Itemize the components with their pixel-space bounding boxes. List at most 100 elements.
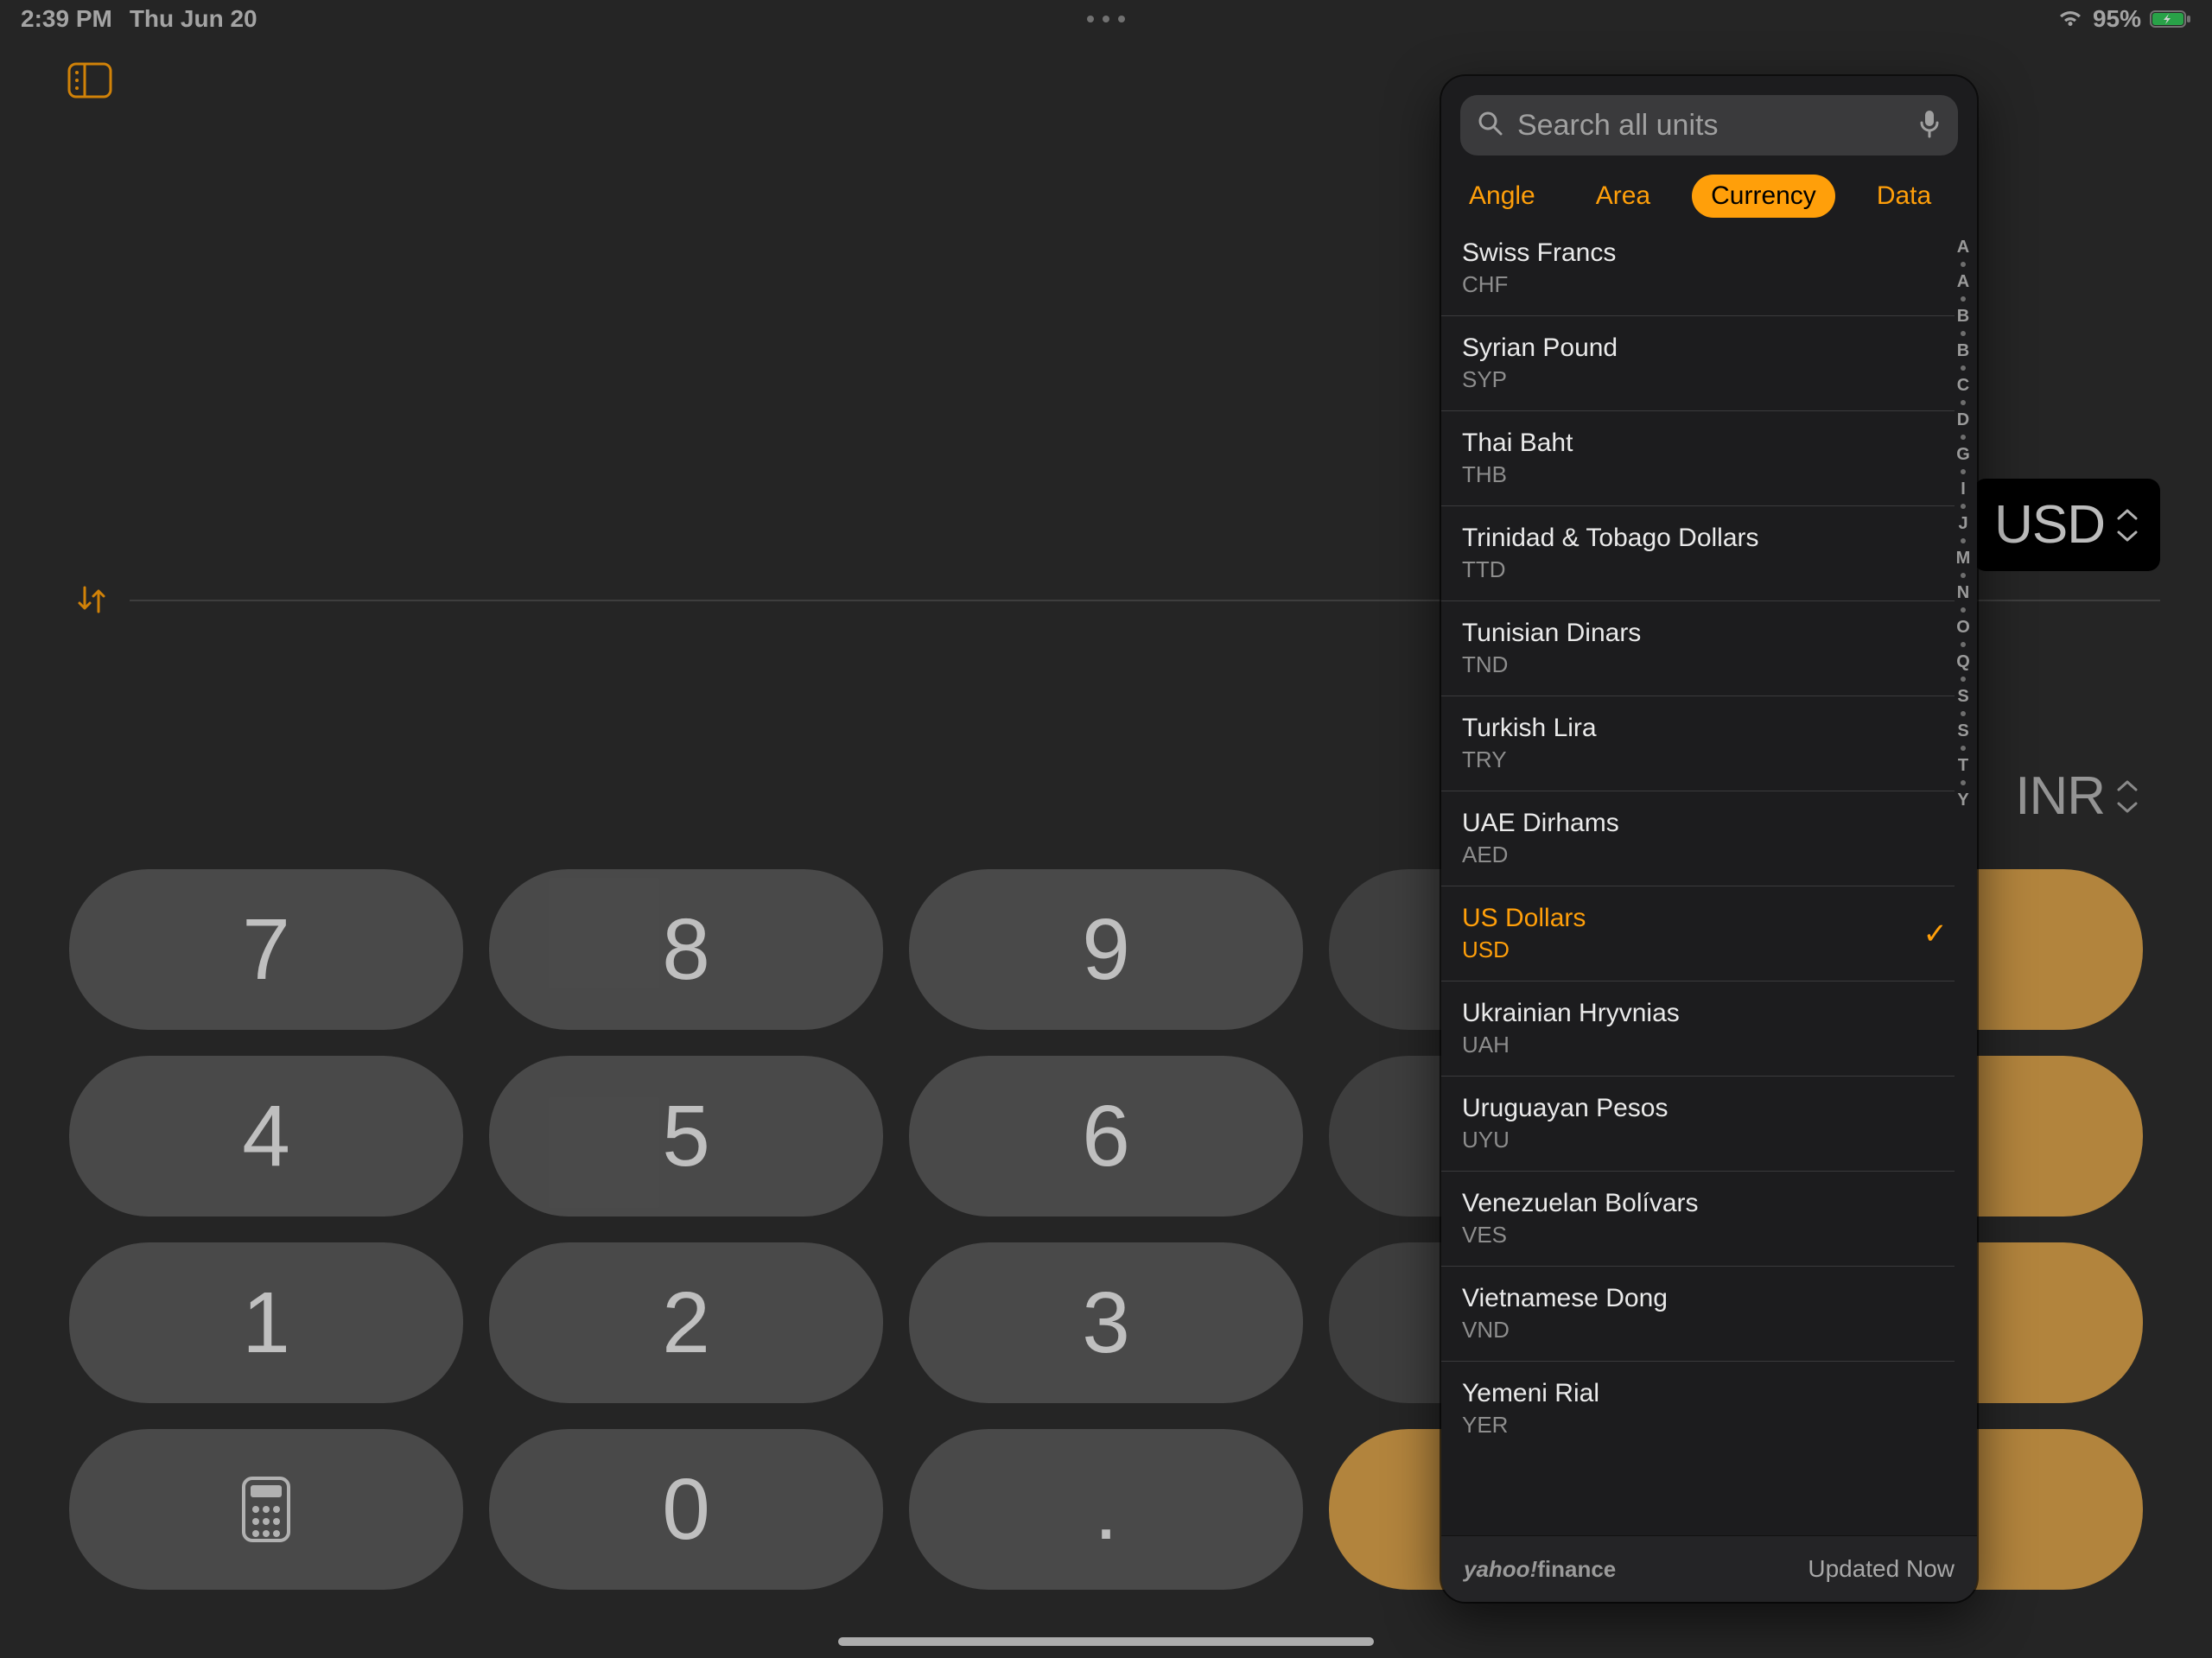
multitask-dots[interactable] (1087, 16, 1125, 22)
key-2[interactable]: 2 (489, 1242, 883, 1403)
currency-row-syp[interactable]: Syrian Pound SYP (1441, 315, 1955, 410)
search-icon (1478, 111, 1503, 141)
key-calculator-mode[interactable] (69, 1429, 463, 1590)
tab-angle[interactable]: Angle (1450, 175, 1554, 218)
tab-area[interactable]: Area (1577, 175, 1669, 218)
currency-name: Tunisian Dinars (1462, 619, 1641, 648)
index-rail[interactable]: AABBCDGIJMNOQSSTY (1953, 233, 1974, 1535)
currency-code: THB (1462, 461, 1573, 488)
index-letter[interactable]: B (1957, 308, 1969, 325)
category-tabs: Angle Area Currency Data Energy (1441, 156, 1977, 233)
dot-icon (1118, 16, 1125, 22)
dot-icon (1087, 16, 1094, 22)
index-dot (1961, 642, 1966, 647)
currency-code: UYU (1462, 1127, 1668, 1153)
index-letter[interactable]: C (1957, 377, 1969, 394)
currency-row-uyu[interactable]: Uruguayan Pesos UYU (1441, 1076, 1955, 1171)
currency-row-ttd[interactable]: Trinidad & Tobago DollarsTTD (1441, 505, 1955, 600)
home-indicator[interactable] (838, 1637, 1374, 1646)
microphone-icon[interactable] (1918, 109, 1941, 143)
swap-units-button[interactable] (73, 581, 111, 619)
checkmark-icon: ✓ (1923, 917, 1955, 951)
currency-row-thb[interactable]: Thai Baht THB (1441, 410, 1955, 505)
currency-code: VES (1462, 1222, 1699, 1248)
currency-row-usd[interactable]: US DollarsUSD✓ (1441, 886, 1955, 981)
search-field[interactable] (1460, 95, 1958, 156)
index-letter[interactable]: Y (1957, 791, 1968, 809)
index-letter[interactable]: B (1957, 342, 1969, 359)
currency-name: Yemeni Rial (1462, 1379, 1599, 1408)
currency-row-aed[interactable]: UAE Dirhams AED (1441, 791, 1955, 886)
index-letter[interactable]: J (1958, 515, 1967, 532)
currency-name: Thai Baht (1462, 429, 1573, 458)
key-4[interactable]: 4 (69, 1056, 463, 1217)
primary-unit-selector[interactable]: USD (1974, 479, 2160, 571)
index-letter[interactable]: S (1957, 722, 1968, 740)
index-dot (1961, 296, 1966, 302)
index-dot (1961, 677, 1966, 682)
popover-footer: yahoo!finance Updated Now (1441, 1535, 1977, 1602)
index-dot (1961, 469, 1966, 474)
index-dot (1961, 780, 1966, 785)
currency-row-chf[interactable]: Swiss FrancsCHF (1441, 233, 1955, 315)
key-8[interactable]: 8 (489, 869, 883, 1030)
secondary-unit-label: INR (2015, 765, 2105, 827)
up-down-chevron-icon (2115, 778, 2139, 816)
index-letter[interactable]: Q (1956, 653, 1970, 670)
index-dot (1961, 607, 1966, 613)
index-dot (1961, 400, 1966, 405)
sidebar-toggle-button[interactable] (67, 62, 112, 98)
key-1[interactable]: 1 (69, 1242, 463, 1403)
battery-percent: 95% (2093, 5, 2141, 33)
index-letter[interactable]: A (1957, 273, 1969, 290)
currency-code: TND (1462, 651, 1641, 678)
currency-row-yer[interactable]: Yemeni RialYER (1441, 1361, 1955, 1456)
status-time: 2:39 PM (21, 5, 112, 33)
currency-row-ves[interactable]: Venezuelan BolívarsVES (1441, 1171, 1955, 1266)
key-5[interactable]: 5 (489, 1056, 883, 1217)
tab-energy[interactable]: Energy (1973, 175, 1977, 218)
key-decimal[interactable]: . (909, 1429, 1303, 1590)
updated-label: Updated Now (1808, 1555, 1955, 1583)
currency-row-vnd[interactable]: Vietnamese DongVND (1441, 1266, 1955, 1361)
index-dot (1961, 262, 1966, 267)
key-3[interactable]: 3 (909, 1242, 1303, 1403)
index-letter[interactable]: N (1957, 584, 1969, 601)
currency-code: UAH (1462, 1032, 1680, 1058)
currency-name: Uruguayan Pesos (1462, 1094, 1668, 1123)
up-down-chevron-icon (2115, 506, 2139, 544)
index-dot (1961, 746, 1966, 751)
key-6[interactable]: 6 (909, 1056, 1303, 1217)
index-letter[interactable]: G (1956, 446, 1970, 463)
currency-name: Ukrainian Hryvnias (1462, 999, 1680, 1028)
currency-row-tnd[interactable]: Tunisian Dinars TND (1441, 600, 1955, 696)
search-input[interactable] (1516, 108, 1906, 143)
provider-brand: yahoo!finance (1464, 1556, 1616, 1583)
index-letter[interactable]: I (1961, 480, 1966, 498)
wifi-icon (2056, 9, 2084, 29)
key-0[interactable]: 0 (489, 1429, 883, 1590)
key-7[interactable]: 7 (69, 869, 463, 1030)
index-letter[interactable]: T (1958, 757, 1968, 774)
index-letter[interactable]: O (1956, 619, 1970, 636)
currency-list[interactable]: Swiss FrancsCHFSyrian PoundSYPThai BahtT… (1441, 233, 1977, 1535)
index-letter[interactable]: A (1957, 238, 1969, 256)
index-letter[interactable]: D (1957, 411, 1969, 429)
status-date: Thu Jun 20 (130, 5, 257, 33)
index-dot (1961, 504, 1966, 509)
index-dot (1961, 435, 1966, 440)
key-9[interactable]: 9 (909, 869, 1303, 1030)
currency-code: TRY (1462, 746, 1597, 773)
currency-name: UAE Dirhams (1462, 809, 1619, 838)
tab-currency[interactable]: Currency (1692, 175, 1835, 218)
tab-data[interactable]: Data (1858, 175, 1950, 218)
index-letter[interactable]: M (1956, 549, 1971, 567)
secondary-unit-selector[interactable]: INR (1994, 750, 2160, 842)
currency-code: SYP (1462, 366, 1618, 393)
calculator-app: 2:39 PM Thu Jun 20 95% USD (0, 0, 2212, 1658)
currency-row-uah[interactable]: Ukrainian Hryvnias UAH (1441, 981, 1955, 1076)
currency-name: Syrian Pound (1462, 334, 1618, 363)
index-letter[interactable]: S (1957, 688, 1968, 705)
currency-row-try[interactable]: Turkish LiraTRY (1441, 696, 1955, 791)
currency-code: AED (1462, 842, 1619, 868)
